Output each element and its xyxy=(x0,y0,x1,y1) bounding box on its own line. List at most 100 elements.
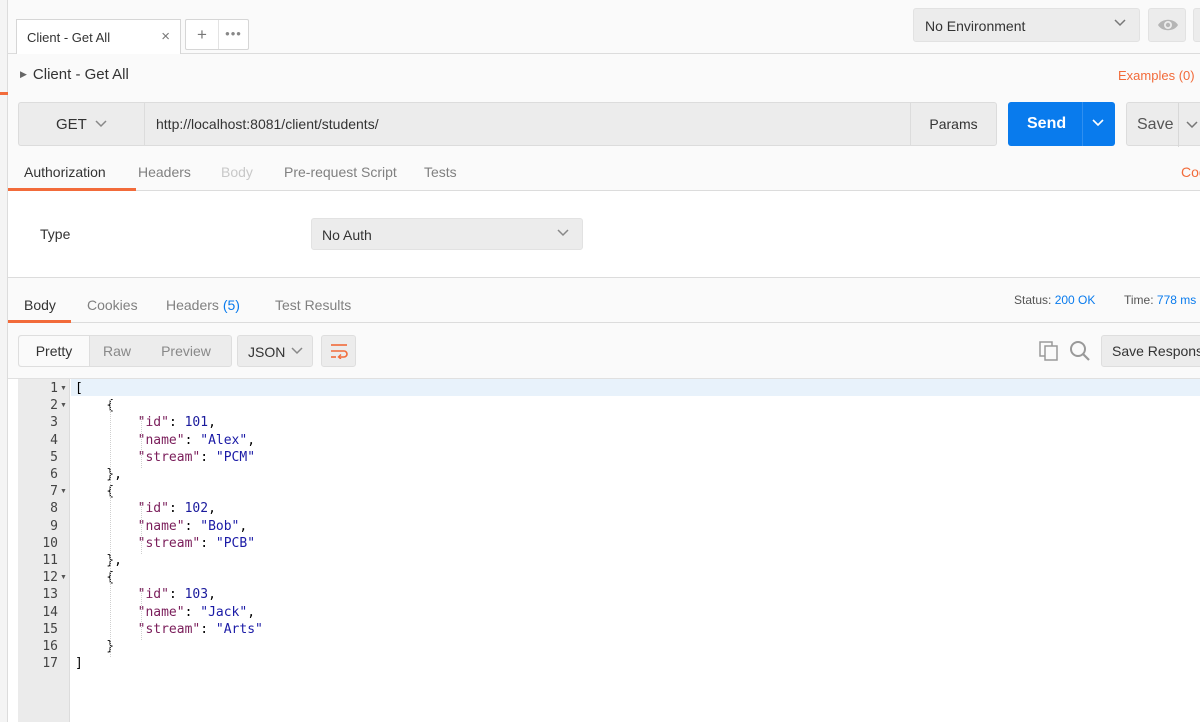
fold-toggle-icon[interactable]: ▼ xyxy=(60,380,67,397)
tab-pre-request-script[interactable]: Pre-request Script xyxy=(284,164,397,180)
format-value: JSON xyxy=(248,344,286,360)
auth-type-value: No Auth xyxy=(322,227,372,243)
view-preview-button[interactable]: Preview xyxy=(145,336,227,366)
close-icon[interactable]: × xyxy=(161,28,170,45)
tab-headers[interactable]: Headers xyxy=(138,164,191,180)
code-line: ] xyxy=(75,656,83,672)
environment-select-label: No Environment xyxy=(925,18,1026,34)
auth-type-label: Type xyxy=(40,226,71,242)
response-time: Time: 778 ms xyxy=(1124,293,1196,307)
tab-response-body[interactable]: Body xyxy=(24,297,56,313)
line-number: 8 xyxy=(50,501,58,517)
code-line: { xyxy=(75,484,115,500)
line-number: 7 xyxy=(50,484,58,500)
wrap-lines-button[interactable] xyxy=(321,335,356,367)
line-number: 10 xyxy=(42,535,58,551)
save-button[interactable]: Save xyxy=(1126,102,1200,147)
active-line-highlight xyxy=(71,379,1200,396)
indent-guide xyxy=(141,416,142,468)
code-line: "id": 102, xyxy=(137,501,216,517)
code-line: "name": "Bob", xyxy=(137,518,248,534)
chevron-down-icon xyxy=(556,226,570,243)
response-status: Status: 200 OK xyxy=(1014,293,1095,307)
fold-toggle-icon[interactable]: ▼ xyxy=(60,569,67,586)
line-number: 13 xyxy=(42,587,58,603)
tab-response-headers[interactable]: Headers (5) xyxy=(166,297,240,313)
format-select[interactable]: JSON xyxy=(237,335,313,367)
tab-cookies[interactable]: Cookies xyxy=(87,297,138,313)
code-line: "stream": "Arts" xyxy=(137,621,263,637)
code-line: }, xyxy=(75,553,122,568)
request-tab-label: Client - Get All xyxy=(27,30,111,45)
params-button[interactable]: Params xyxy=(910,102,997,146)
tab-test-results[interactable]: Test Results xyxy=(275,297,351,313)
line-number: 6 xyxy=(50,467,58,482)
copy-icon[interactable] xyxy=(1038,340,1060,367)
fold-toggle-icon[interactable]: ▼ xyxy=(60,397,67,414)
request-title[interactable]: ▶ Client - Get All xyxy=(20,66,129,83)
code-line: { xyxy=(75,398,115,414)
line-number: 9 xyxy=(50,518,58,534)
line-number: 17 xyxy=(42,656,58,672)
code-line: [ xyxy=(75,381,83,396)
save-button-label: Save xyxy=(1137,116,1174,133)
chevron-down-icon[interactable] xyxy=(1091,116,1105,135)
authorization-panel xyxy=(8,191,1200,278)
code-link[interactable]: Cod xyxy=(1181,164,1200,180)
line-number: 11 xyxy=(42,553,58,568)
line-number: 5 xyxy=(50,449,58,465)
chevron-down-icon[interactable] xyxy=(1185,118,1199,137)
send-button[interactable]: Send xyxy=(1008,102,1115,146)
search-icon[interactable] xyxy=(1069,340,1091,367)
code-line: }, xyxy=(75,467,122,482)
url-input[interactable] xyxy=(144,102,911,146)
tab-actions: + ••• xyxy=(185,19,249,50)
line-number: 4 xyxy=(50,432,58,448)
view-pretty-button[interactable]: Pretty xyxy=(19,336,90,366)
code-line: "name": "Alex", xyxy=(137,432,256,448)
new-tab-button[interactable]: + xyxy=(186,20,219,49)
more-tabs-button[interactable]: ••• xyxy=(218,20,249,49)
code-line: "stream": "PCM" xyxy=(137,449,256,465)
indent-guide xyxy=(141,588,142,640)
chevron-down-icon xyxy=(1113,16,1127,33)
chevron-down-icon xyxy=(290,344,304,361)
code-line: "id": 101, xyxy=(137,415,216,431)
code-line: "id": 103, xyxy=(137,587,216,603)
line-number: 15 xyxy=(42,621,58,637)
line-number: 1 xyxy=(50,381,58,396)
examples-link[interactable]: Examples (0) xyxy=(1118,68,1195,83)
tab-body[interactable]: Body xyxy=(221,164,253,180)
fold-toggle-icon[interactable]: ▼ xyxy=(60,483,67,500)
time-label: Time: xyxy=(1124,293,1154,307)
status-value: 200 OK xyxy=(1054,293,1096,307)
environment-quick-look-button[interactable] xyxy=(1148,8,1186,42)
environment-select[interactable]: No Environment xyxy=(913,8,1140,42)
view-mode-group: Pretty Raw Preview xyxy=(18,335,232,367)
method-select[interactable]: GET xyxy=(18,102,145,146)
request-title-text: Client - Get All xyxy=(32,66,129,83)
code-line: "stream": "PCB" xyxy=(137,535,256,551)
line-number: 16 xyxy=(42,639,58,654)
tab-tests[interactable]: Tests xyxy=(424,164,457,180)
line-number: 3 xyxy=(50,415,58,431)
request-tab[interactable]: Client - Get All × xyxy=(16,19,181,54)
line-number: 14 xyxy=(42,604,58,620)
save-response-button[interactable]: Save Response xyxy=(1101,335,1200,367)
code-line: "name": "Jack", xyxy=(137,604,256,620)
tab-response-headers-label: Headers xyxy=(166,297,219,313)
method-label: GET xyxy=(56,116,87,133)
indent-guide xyxy=(141,502,142,554)
sidebar-edge xyxy=(0,0,8,722)
auth-type-select[interactable]: No Auth xyxy=(311,218,583,250)
view-raw-button[interactable]: Raw xyxy=(89,336,145,366)
request-tabs: Authorization Headers Body Pre-request S… xyxy=(8,152,1200,191)
indent-guide xyxy=(110,399,111,658)
tab-authorization[interactable]: Authorization xyxy=(24,164,106,180)
manage-environments-button[interactable] xyxy=(1193,8,1200,42)
send-button-label: Send xyxy=(1027,115,1067,132)
caret-right-icon: ▶ xyxy=(20,69,27,79)
code-line: } xyxy=(75,639,115,654)
headers-count-badge: (5) xyxy=(222,297,240,313)
line-number: 2 xyxy=(50,398,58,414)
